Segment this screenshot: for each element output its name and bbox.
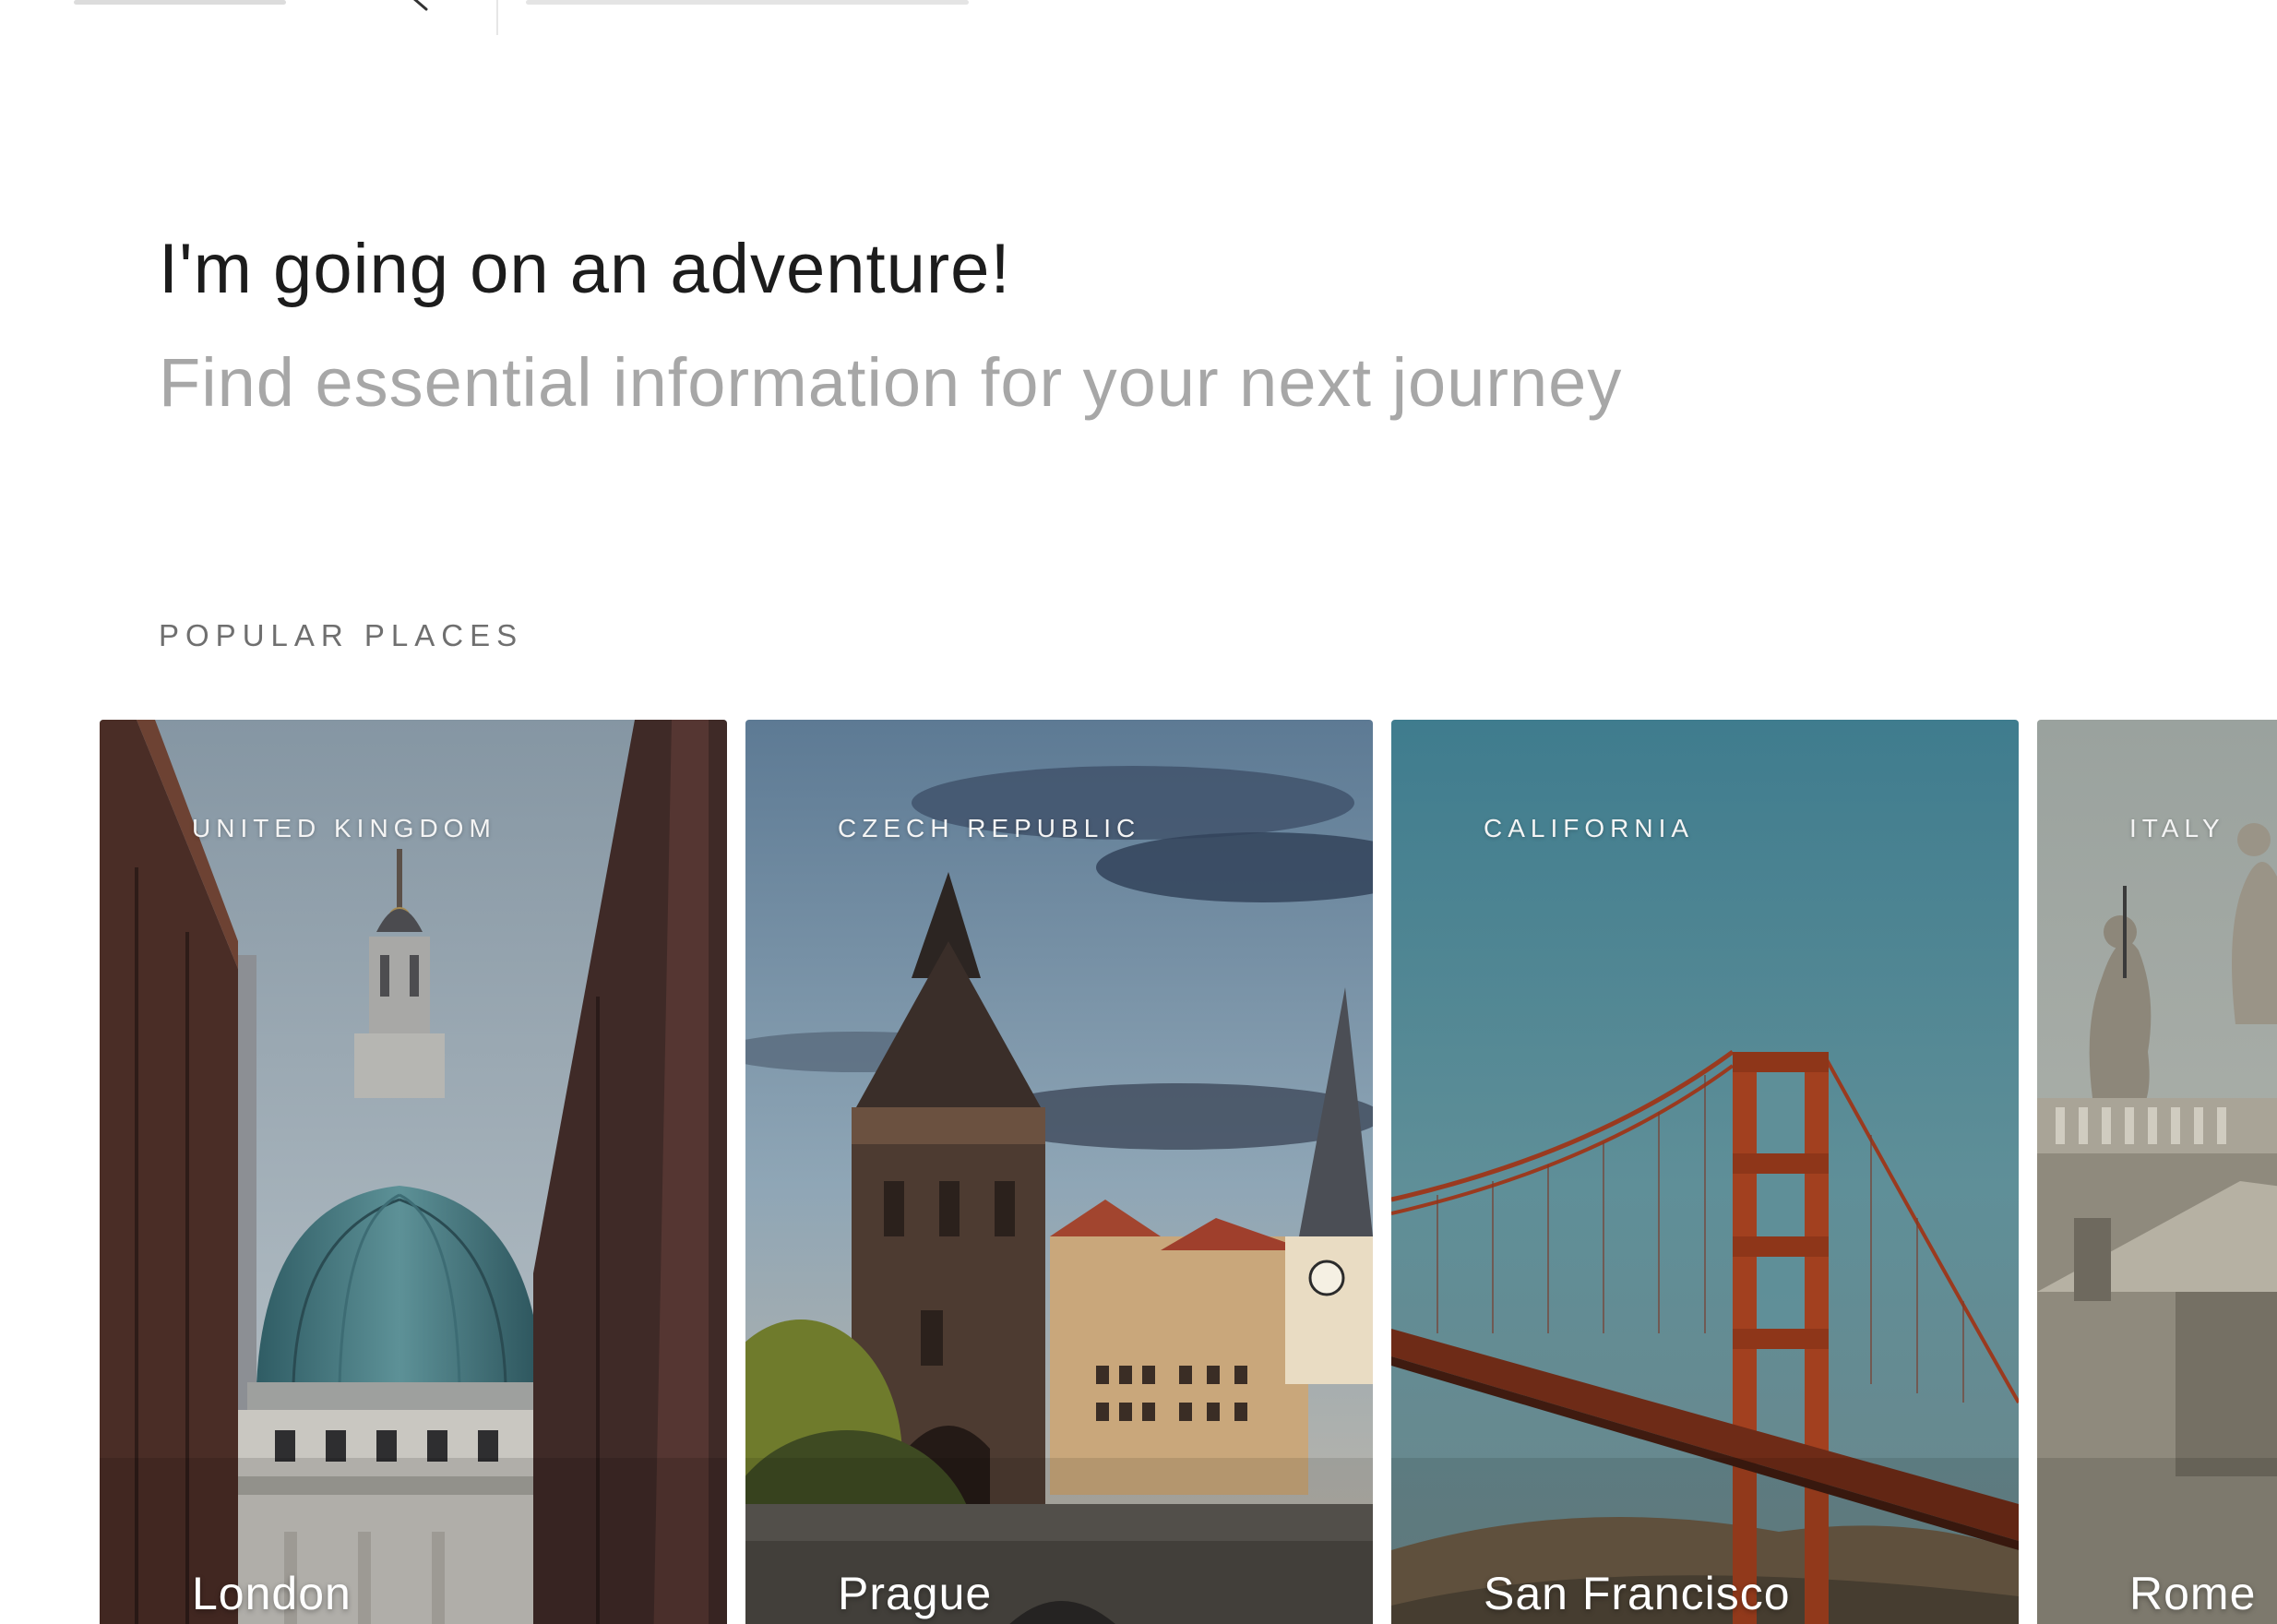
- place-card-london[interactable]: UNITED KINGDOM London: [100, 720, 727, 1624]
- place-card-rome[interactable]: ITALY Rome: [2037, 720, 2277, 1624]
- st-pauls-cathedral-image: [100, 720, 727, 1624]
- golden-gate-bridge-image: [1391, 720, 2019, 1624]
- toolbar-divider: [496, 0, 498, 35]
- back-arrow-icon[interactable]: [406, 0, 434, 13]
- nav-item-remnant[interactable]: [74, 0, 286, 5]
- place-country-label: UNITED KINGDOM: [192, 814, 496, 842]
- section-heading-popular-places: POPULAR PLACES: [159, 618, 524, 652]
- search-field-remnant[interactable]: [526, 0, 969, 5]
- place-card-prague[interactable]: CZECH REPUBLIC Prague: [745, 720, 1373, 1624]
- place-city-label: San Francisco: [1484, 1568, 1791, 1619]
- page-subtitle: Find essential information for your next…: [159, 344, 1623, 421]
- popular-places-carousel[interactable]: UNITED KINGDOM London CZECH REPUBLIC Pra…: [0, 720, 2277, 1624]
- place-country-label: ITALY: [2129, 814, 2225, 842]
- charles-bridge-tower-image: [745, 720, 1373, 1624]
- place-country-label: CALIFORNIA: [1484, 814, 1695, 842]
- top-navigation-bar: [0, 0, 2277, 37]
- place-city-label: Prague: [838, 1568, 993, 1619]
- place-city-label: Rome: [2129, 1568, 2257, 1619]
- place-city-label: London: [192, 1568, 352, 1619]
- place-country-label: CZECH REPUBLIC: [838, 814, 1141, 842]
- vatican-statues-image: [2037, 720, 2277, 1624]
- place-card-san-francisco[interactable]: CALIFORNIA San Francisco: [1391, 720, 2019, 1624]
- page-title: I'm going on an adventure!: [159, 230, 1011, 308]
